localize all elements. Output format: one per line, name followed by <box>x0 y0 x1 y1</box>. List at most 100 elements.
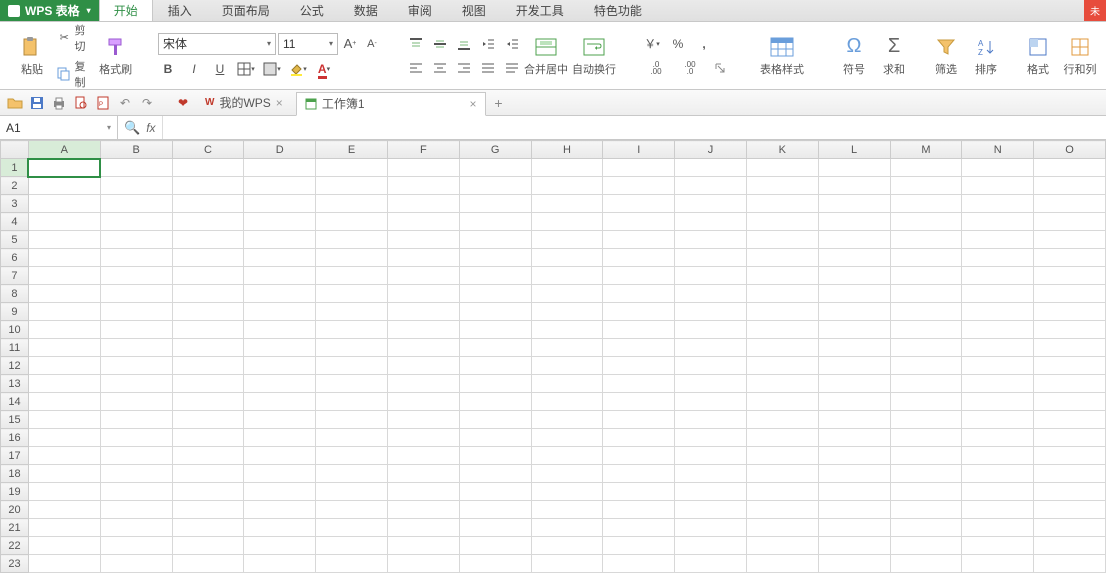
cell[interactable] <box>316 231 388 249</box>
cell[interactable] <box>962 429 1034 447</box>
cell[interactable] <box>244 357 316 375</box>
cell[interactable] <box>100 375 172 393</box>
cell[interactable] <box>244 393 316 411</box>
cell[interactable] <box>1034 339 1106 357</box>
cell[interactable] <box>1034 303 1106 321</box>
align-left-button[interactable] <box>406 58 426 78</box>
cell[interactable] <box>603 249 675 267</box>
cell[interactable] <box>387 339 459 357</box>
borders-button[interactable]: ▾ <box>236 59 256 79</box>
cell[interactable] <box>100 267 172 285</box>
cell[interactable] <box>746 177 818 195</box>
cell[interactable] <box>890 537 962 555</box>
cell[interactable] <box>531 321 603 339</box>
cell[interactable] <box>28 483 100 501</box>
cell[interactable] <box>28 267 100 285</box>
cell[interactable] <box>603 357 675 375</box>
cell[interactable] <box>172 177 244 195</box>
cell[interactable] <box>316 321 388 339</box>
cell[interactable] <box>172 555 244 573</box>
font-size-combo[interactable]: 11▾ <box>278 33 338 55</box>
cell[interactable] <box>603 177 675 195</box>
cell[interactable] <box>316 357 388 375</box>
cell[interactable] <box>100 393 172 411</box>
fill-pattern-button[interactable]: ▾ <box>262 59 282 79</box>
cell[interactable] <box>603 501 675 519</box>
cell[interactable] <box>244 285 316 303</box>
cell[interactable] <box>28 357 100 375</box>
row-header[interactable]: 18 <box>1 465 29 483</box>
app-menu-button[interactable]: WPS 表格 ▾ <box>0 0 99 21</box>
cell[interactable] <box>459 285 531 303</box>
cell[interactable] <box>244 195 316 213</box>
autosum-button[interactable]: Σ 求和 <box>874 27 914 85</box>
cell[interactable] <box>387 285 459 303</box>
cell[interactable] <box>459 303 531 321</box>
doctab-mywps[interactable]: W 我的WPS × <box>196 91 292 115</box>
cell[interactable] <box>100 159 172 177</box>
cell[interactable] <box>675 555 747 573</box>
cell[interactable] <box>531 501 603 519</box>
cell[interactable] <box>746 231 818 249</box>
row-header[interactable]: 11 <box>1 339 29 357</box>
cell[interactable] <box>962 231 1034 249</box>
cell[interactable] <box>962 555 1034 573</box>
decrease-font-button[interactable]: A- <box>362 34 382 54</box>
close-icon[interactable]: × <box>276 96 283 110</box>
cell[interactable] <box>172 195 244 213</box>
cell[interactable] <box>603 483 675 501</box>
symbol-button[interactable]: Ω 符号 <box>834 27 874 85</box>
cell[interactable] <box>603 159 675 177</box>
cell[interactable] <box>100 177 172 195</box>
cell[interactable] <box>387 375 459 393</box>
cell[interactable] <box>890 357 962 375</box>
cell[interactable] <box>962 519 1034 537</box>
cell[interactable] <box>603 537 675 555</box>
cell[interactable] <box>746 501 818 519</box>
row-header[interactable]: 1 <box>1 159 29 177</box>
cell[interactable] <box>531 159 603 177</box>
cell[interactable] <box>603 195 675 213</box>
cell[interactable] <box>244 555 316 573</box>
cell[interactable] <box>746 519 818 537</box>
cell[interactable] <box>100 357 172 375</box>
distribute-button[interactable] <box>502 58 522 78</box>
cell[interactable] <box>244 465 316 483</box>
cell[interactable] <box>531 375 603 393</box>
row-header[interactable]: 19 <box>1 483 29 501</box>
cell[interactable] <box>172 249 244 267</box>
cell[interactable] <box>1034 375 1106 393</box>
cell[interactable] <box>244 537 316 555</box>
cell[interactable] <box>675 483 747 501</box>
cell[interactable] <box>962 177 1034 195</box>
cell[interactable] <box>531 339 603 357</box>
select-all-corner[interactable] <box>1 141 29 159</box>
cell[interactable] <box>316 447 388 465</box>
cell[interactable] <box>100 339 172 357</box>
row-header[interactable]: 12 <box>1 357 29 375</box>
column-header[interactable]: A <box>28 141 100 159</box>
cell[interactable] <box>316 393 388 411</box>
cell[interactable] <box>818 465 890 483</box>
cell[interactable] <box>172 483 244 501</box>
cell[interactable] <box>890 375 962 393</box>
cell[interactable] <box>818 429 890 447</box>
spreadsheet-grid[interactable]: ABCDEFGHIJKLMNO1234567891011121314151617… <box>0 140 1106 573</box>
cell[interactable] <box>28 465 100 483</box>
cell[interactable] <box>603 393 675 411</box>
new-tab-button[interactable]: + <box>490 94 508 112</box>
cell[interactable] <box>746 159 818 177</box>
cell[interactable] <box>244 231 316 249</box>
cell[interactable] <box>172 501 244 519</box>
format-painter-button[interactable]: 格式刷 <box>97 27 134 85</box>
cell[interactable] <box>531 555 603 573</box>
cell[interactable] <box>172 231 244 249</box>
cell[interactable] <box>675 195 747 213</box>
cell[interactable] <box>28 411 100 429</box>
cell[interactable] <box>675 501 747 519</box>
cell[interactable] <box>387 555 459 573</box>
cell[interactable] <box>244 267 316 285</box>
cell[interactable] <box>1034 393 1106 411</box>
cell[interactable] <box>459 267 531 285</box>
row-header[interactable]: 9 <box>1 303 29 321</box>
